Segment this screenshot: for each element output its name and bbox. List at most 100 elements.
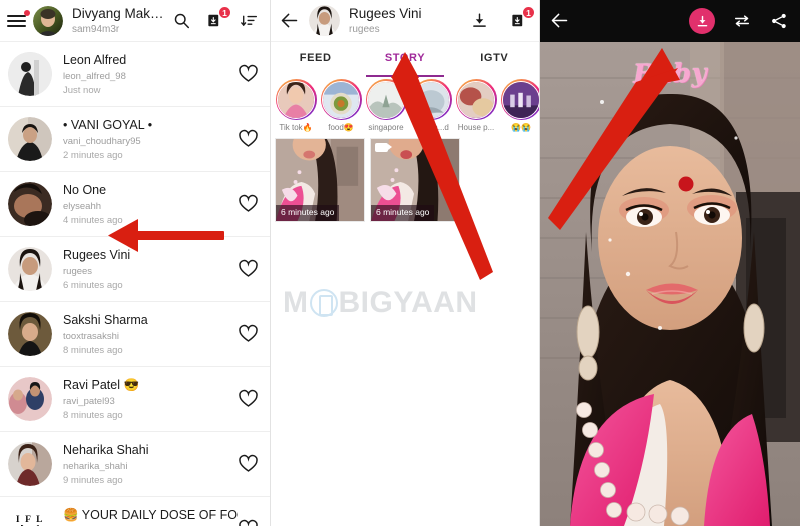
heart-icon[interactable] <box>238 128 260 150</box>
highlight-thumb <box>412 80 450 119</box>
back-arrow-icon[interactable] <box>549 10 571 32</box>
list-item[interactable]: I F L INSTA FOOD LOVER 🍔 YOUR DAILY DOSE… <box>0 496 270 526</box>
story-card[interactable]: 6 minutes ago <box>370 138 460 222</box>
list-item[interactable]: Neharika Shahi neharika_shahi 9 minutes … <box>0 431 270 496</box>
downloads-box-icon[interactable]: 1 <box>509 5 535 31</box>
highlight-thumb <box>322 80 360 119</box>
heart-icon[interactable] <box>238 388 260 410</box>
watermark-phone-icon <box>309 289 338 317</box>
avatar[interactable] <box>8 182 52 226</box>
avatar[interactable] <box>8 377 52 421</box>
highlight-label: Train h...d <box>413 123 449 132</box>
list-item-meta: • VANI GOYAL • vani_choudhary95 2 minute… <box>63 117 238 162</box>
hamburger-icon[interactable] <box>7 10 30 29</box>
highlight-thumb <box>502 80 539 119</box>
left-profile-name: Divyang Makwana <box>72 5 171 21</box>
list-item-meta: Leon Alfred leon_alfred_98 Just now <box>63 52 238 97</box>
avatar[interactable] <box>8 247 52 291</box>
highlight-ring <box>365 79 407 120</box>
list-item-time: 8 minutes ago <box>63 344 123 356</box>
highlight-ring <box>410 79 452 120</box>
middle-profile-handle: rugees <box>349 23 380 35</box>
heart-icon[interactable] <box>238 258 260 280</box>
panel-profile-story: Rugees Vini rugees 1 FEED STORY IGTV Tik… <box>271 0 540 526</box>
avatar[interactable] <box>8 52 52 96</box>
highlight-item[interactable]: House p... <box>454 79 498 133</box>
highlight-thumb <box>457 80 495 119</box>
highlight-item[interactable]: singapore <box>364 79 408 133</box>
list-item[interactable]: Sakshi Sharma tooxtrasakshi 8 minutes ag… <box>0 301 270 366</box>
middle-profile-info: Rugees Vini rugees <box>349 6 469 36</box>
avatar[interactable] <box>8 312 52 356</box>
story-highlights-row: Tik tok🔥 food😍 singapore Train h...d Hou… <box>271 74 539 136</box>
heart-icon[interactable] <box>238 63 260 85</box>
story-photo-image <box>540 42 800 526</box>
heart-icon[interactable] <box>238 323 260 345</box>
downloads-badge: 1 <box>218 5 231 19</box>
list-item-time: 6 minutes ago <box>63 279 123 291</box>
tab-story[interactable]: STORY <box>360 42 449 77</box>
heart-icon[interactable] <box>238 193 260 215</box>
tab-igtv[interactable]: IGTV <box>450 42 539 74</box>
list-item-time: 2 minutes ago <box>63 149 123 161</box>
highlight-ring <box>500 79 539 120</box>
story-user-list: Leon Alfred leon_alfred_98 Just now • VA… <box>0 41 270 526</box>
avatar[interactable] <box>33 5 63 36</box>
list-item-title: Ravi Patel 😎 <box>63 377 140 392</box>
list-item-title: Rugees Vini <box>63 247 131 262</box>
avatar[interactable]: I F L INSTA FOOD LOVER <box>8 507 52 526</box>
list-item[interactable]: Leon Alfred leon_alfred_98 Just now <box>0 41 270 106</box>
avatar[interactable] <box>8 117 52 161</box>
highlight-ring <box>275 79 317 120</box>
viewer-actions <box>689 8 789 34</box>
highlight-item[interactable]: food😍 <box>319 79 363 133</box>
list-item-title: Sakshi Sharma <box>63 312 148 327</box>
list-item-handle: ravi_patel93 <box>63 395 115 407</box>
highlight-label: House p... <box>457 123 495 132</box>
video-icon <box>375 143 392 152</box>
menu-notification-dot <box>24 10 30 16</box>
download-button[interactable] <box>689 8 715 34</box>
list-item[interactable]: • VANI GOYAL • vani_choudhary95 2 minute… <box>0 106 270 171</box>
highlight-ring <box>455 79 497 120</box>
story-card[interactable]: 6 minutes ago <box>275 138 365 222</box>
list-item[interactable]: Rugees Vini rugees 6 minutes ago <box>0 236 270 301</box>
search-icon[interactable] <box>171 11 191 31</box>
list-item-time: 9 minutes ago <box>63 474 123 486</box>
list-item[interactable]: No One elyseahh 4 minutes ago <box>0 171 270 236</box>
list-item-meta: Sakshi Sharma tooxtrasakshi 8 minutes ag… <box>63 312 238 357</box>
highlight-item[interactable]: Tik tok🔥 <box>274 79 318 133</box>
tab-feed[interactable]: FEED <box>271 42 360 74</box>
watermark-text-after: BIGYAAN <box>338 286 478 319</box>
list-item-title: Leon Alfred <box>63 52 127 67</box>
app-screenshot: Divyang Makwana sam94m3r 1 <box>0 0 800 526</box>
heart-icon[interactable] <box>238 518 260 526</box>
list-item-time: 4 minutes ago <box>63 214 123 226</box>
heart-icon[interactable] <box>238 453 260 475</box>
downloads-icon[interactable]: 1 <box>205 5 231 31</box>
download-icon[interactable] <box>469 11 489 31</box>
highlight-label: 😭😭 <box>511 123 531 132</box>
highlight-label: Tik tok🔥 <box>279 123 313 132</box>
list-item[interactable]: Ravi Patel 😎 ravi_patel93 8 minutes ago <box>0 366 270 431</box>
share-icon[interactable] <box>769 11 789 31</box>
viewer-top-bar <box>540 0 800 42</box>
highlight-item[interactable]: 😭😭 <box>499 79 539 133</box>
list-item-handle: leon_alfred_98 <box>63 70 126 82</box>
highlight-thumb <box>367 80 405 119</box>
list-item-title: 🍔 YOUR DAILY DOSE OF FOODS! 🍕 <box>63 507 238 522</box>
highlight-item[interactable]: Train h...d <box>409 79 453 133</box>
highlight-label: food😍 <box>328 123 354 132</box>
story-timestamp: 6 minutes ago <box>371 205 435 221</box>
highlight-ring <box>320 79 362 120</box>
list-item-meta: Ravi Patel 😎 ravi_patel93 8 minutes ago <box>63 377 238 422</box>
sort-icon[interactable] <box>239 11 259 31</box>
story-photo[interactable]: Baby <box>540 42 800 526</box>
middle-actions: 1 <box>469 5 535 31</box>
repost-icon[interactable] <box>732 11 752 31</box>
downloads-badge: 1 <box>522 5 535 19</box>
avatar[interactable] <box>8 442 52 486</box>
back-arrow-icon[interactable] <box>279 10 301 32</box>
middle-top-bar: Rugees Vini rugees 1 <box>271 0 539 41</box>
avatar[interactable] <box>309 5 340 36</box>
